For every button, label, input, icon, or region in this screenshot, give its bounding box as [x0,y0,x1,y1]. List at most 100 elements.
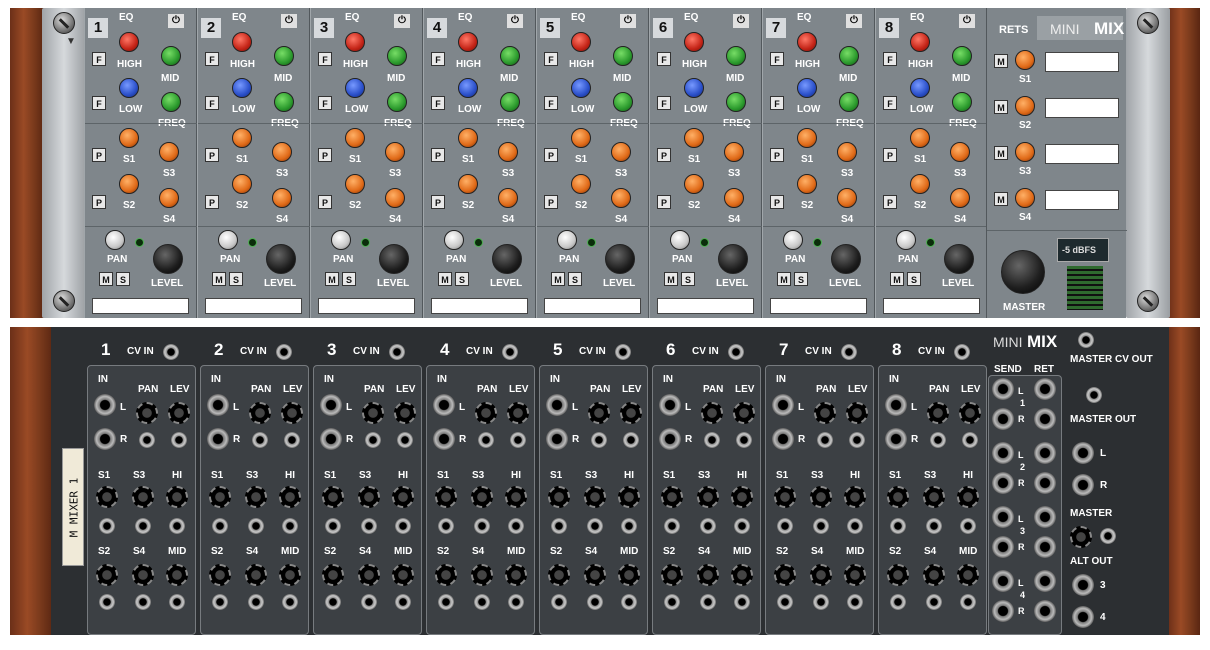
filter-button[interactable]: F [92,96,106,110]
send-s2-knob[interactable] [232,174,252,194]
prefader-button[interactable]: P [205,195,219,209]
s3-cv-trim[interactable] [471,486,493,508]
filter-button[interactable]: F [544,52,558,66]
level-cv-jack[interactable] [284,432,300,448]
s4-cv-jack[interactable] [926,594,942,610]
s1-cv-jack[interactable] [664,518,680,534]
mid-cv-jack[interactable] [395,594,411,610]
return-r-jack[interactable] [1034,536,1056,558]
send-s4-knob[interactable] [159,188,179,208]
eq-low-knob[interactable] [458,78,478,98]
mute-button[interactable]: M [212,272,226,286]
send-l-jack[interactable] [992,378,1014,400]
s2-cv-trim[interactable] [322,564,344,586]
hi-cv-trim[interactable] [957,486,979,508]
s3-cv-trim[interactable] [697,486,719,508]
pan-cv-jack[interactable] [704,432,720,448]
pan-knob[interactable] [670,230,690,250]
eq-power-icon[interactable]: ⏻ [281,14,297,28]
mid-cv-jack[interactable] [847,594,863,610]
eq-low-knob[interactable] [345,78,365,98]
return-l-jack[interactable] [1034,570,1056,592]
pan-cv-trim[interactable] [814,402,836,424]
return-mute-button[interactable]: M [994,54,1008,68]
channel-name-field[interactable] [318,298,415,314]
prefader-button[interactable]: P [205,148,219,162]
filter-button[interactable]: F [883,52,897,66]
input-r-jack[interactable] [320,428,342,450]
return-level-knob[interactable] [1015,96,1035,116]
s4-cv-jack[interactable] [361,594,377,610]
s3-cv-jack[interactable] [926,518,942,534]
send-r-jack[interactable] [992,472,1014,494]
send-s1-knob[interactable] [797,128,817,148]
mid-cv-trim[interactable] [279,564,301,586]
s4-cv-jack[interactable] [135,594,151,610]
s3-cv-jack[interactable] [248,518,264,534]
solo-button[interactable]: S [229,272,243,286]
master-out-l-jack[interactable] [1072,442,1094,464]
eq-low-knob[interactable] [910,78,930,98]
master-cv-out-jack[interactable] [1078,332,1094,348]
level-knob[interactable] [492,244,522,274]
filter-button[interactable]: F [883,96,897,110]
mid-cv-jack[interactable] [508,594,524,610]
s1-cv-trim[interactable] [322,486,344,508]
hi-cv-jack[interactable] [621,518,637,534]
mute-button[interactable]: M [325,272,339,286]
pan-cv-jack[interactable] [591,432,607,448]
filter-button[interactable]: F [318,96,332,110]
mute-button[interactable]: M [777,272,791,286]
pan-cv-jack[interactable] [478,432,494,448]
level-cv-jack[interactable] [736,432,752,448]
alt-out-4-jack[interactable] [1072,606,1094,628]
s1-cv-trim[interactable] [96,486,118,508]
level-cv-trim[interactable] [846,402,868,424]
s1-cv-jack[interactable] [890,518,906,534]
solo-button[interactable]: S [794,272,808,286]
cv-in-jack[interactable] [728,344,744,360]
level-cv-trim[interactable] [281,402,303,424]
s1-cv-trim[interactable] [887,486,909,508]
mid-cv-trim[interactable] [618,564,640,586]
eq-mid-knob[interactable] [387,46,407,66]
prefader-button[interactable]: P [883,148,897,162]
solo-button[interactable]: S [568,272,582,286]
eq-freq-knob[interactable] [952,92,972,112]
pan-knob[interactable] [444,230,464,250]
level-cv-trim[interactable] [507,402,529,424]
level-cv-jack[interactable] [397,432,413,448]
s2-cv-jack[interactable] [438,594,454,610]
s2-cv-trim[interactable] [209,564,231,586]
hi-cv-jack[interactable] [169,518,185,534]
prefader-button[interactable]: P [318,195,332,209]
s1-cv-trim[interactable] [661,486,683,508]
send-r-jack[interactable] [992,408,1014,430]
pan-knob[interactable] [783,230,803,250]
input-l-jack[interactable] [433,394,455,416]
filter-button[interactable]: F [318,52,332,66]
input-l-jack[interactable] [207,394,229,416]
send-s2-knob[interactable] [797,174,817,194]
eq-high-knob[interactable] [797,32,817,52]
s3-cv-jack[interactable] [135,518,151,534]
hi-cv-jack[interactable] [395,518,411,534]
s1-cv-trim[interactable] [774,486,796,508]
hi-cv-trim[interactable] [392,486,414,508]
input-l-jack[interactable] [659,394,681,416]
s4-cv-trim[interactable] [584,564,606,586]
mid-cv-trim[interactable] [957,564,979,586]
s2-cv-jack[interactable] [890,594,906,610]
eq-power-icon[interactable]: ⏻ [959,14,975,28]
s3-cv-trim[interactable] [584,486,606,508]
send-s4-knob[interactable] [950,188,970,208]
s2-cv-trim[interactable] [96,564,118,586]
eq-freq-knob[interactable] [274,92,294,112]
channel-name-field[interactable] [657,298,754,314]
send-s3-knob[interactable] [498,142,518,162]
level-cv-jack[interactable] [962,432,978,448]
level-cv-trim[interactable] [394,402,416,424]
s2-cv-jack[interactable] [664,594,680,610]
pan-cv-jack[interactable] [365,432,381,448]
mid-cv-jack[interactable] [960,594,976,610]
